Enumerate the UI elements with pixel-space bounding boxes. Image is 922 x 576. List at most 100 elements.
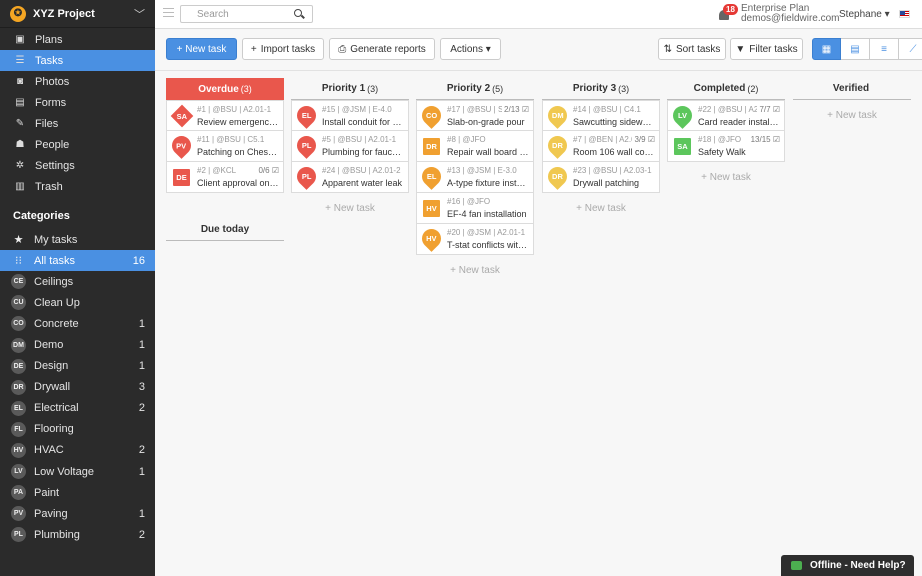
main-nav: ▣ Plans ☰ Tasks ◙ Photos ▤ Forms ✎ Files ☗ People ✲ S… [0, 29, 155, 197]
task-card[interactable]: HV #20 | @JSM | A2.01-1 T-stat conflicts… [416, 224, 534, 255]
nav-item-tasks[interactable]: ☰ Tasks [0, 50, 155, 71]
nav-item-trash[interactable]: ▥ Trash [0, 176, 155, 197]
column-overdue: Overdue (3) SA #1 | @BSU | A2.01-1 Review… [166, 78, 284, 193]
nav-item-plans[interactable]: ▣ Plans [0, 29, 155, 50]
menu-icon[interactable] [163, 8, 174, 17]
new-task-button[interactable]: + New task [166, 38, 237, 60]
nav-item-forms[interactable]: ▤ Forms [0, 92, 155, 113]
user-menu[interactable]: Stephane ▾ [839, 9, 890, 20]
category-all-tasks[interactable]: ⁝⁝ All tasks 16 [0, 250, 155, 272]
category-flooring[interactable]: FL Flooring [0, 419, 155, 440]
category-marker-label: CO [425, 111, 438, 120]
category-label: Demo [34, 339, 64, 352]
checklist-progress: 13/15 ☑ [748, 135, 780, 144]
category-label: Drywall [34, 381, 71, 394]
task-card[interactable]: PL #24 | @BSU | A2.01-2 Apparent water l… [291, 162, 409, 193]
task-title: Apparent water leak [322, 178, 403, 188]
column-title: Verified [832, 83, 870, 94]
category-badge: CU [11, 295, 26, 311]
board-view-icon[interactable]: ▦ [812, 38, 841, 60]
add-task-link[interactable]: + New task [416, 265, 534, 276]
project-selector[interactable]: ✪ XYZ Project ﹀ [0, 0, 155, 28]
us-flag-icon[interactable] [899, 10, 910, 18]
sort-tasks-button[interactable]: ⇅ Sort tasks [658, 38, 726, 60]
column-header: Overdue (3) [166, 78, 284, 100]
category-marker-icon: SA [170, 104, 194, 128]
category-count: 2 [138, 444, 145, 457]
category-plumbing[interactable]: PL Plumbing 2 [0, 524, 155, 545]
task-card[interactable]: DE #2 | @KCL 0/6 ☑ Client approval on co… [166, 162, 284, 193]
chat-widget[interactable]: Offline - Need Help? [781, 555, 914, 576]
category-label: Clean Up [34, 296, 80, 309]
category-count: 2 [138, 402, 145, 415]
gantt-view-icon[interactable]: ≡ [870, 38, 899, 60]
generate-reports-button[interactable]: ⎙ Generate reports [329, 38, 435, 60]
forms-icon: ▤ [15, 97, 25, 108]
task-meta: #15 | @JSM | E-4.0 [322, 105, 392, 114]
task-card[interactable]: DM #14 | @BSU | C4.1 Sawcutting sidewalk… [542, 100, 660, 131]
column-priority-1: Priority 1 (3) EL #15 | @JSM | E-4.0 Inst… [291, 78, 409, 214]
add-task-link[interactable]: + New task [667, 172, 785, 183]
nav-item-files[interactable]: ✎ Files [0, 113, 155, 134]
calendar-view-icon[interactable]: ▤ [841, 38, 870, 60]
task-meta: #16 | @JFO [447, 197, 491, 206]
filter-tasks-button[interactable]: ▼ Filter tasks [730, 38, 803, 60]
search-icon[interactable] [294, 9, 302, 17]
category-paving[interactable]: PV Paving 1 [0, 503, 155, 524]
task-title: Room 106 wall completion [573, 147, 655, 157]
category-count: 16 [132, 254, 145, 267]
category-label: Plumbing [34, 528, 80, 541]
search-input[interactable] [180, 5, 313, 23]
plans-icon: ▣ [15, 34, 25, 45]
nav-item-people[interactable]: ☗ People [0, 134, 155, 155]
import-tasks-label: Import tasks [260, 43, 316, 55]
task-meta: #14 | @BSU | C4.1 [573, 105, 641, 114]
task-card[interactable]: SA #18 | @JFO 13/15 ☑ Safety Walk [667, 131, 785, 162]
category-demo[interactable]: DM Demo 1 [0, 334, 155, 355]
column-header: Verified [793, 78, 911, 100]
task-card[interactable]: DR #7 | @BEN | A2.01-1 3/9 ☑ Room 106 wa… [542, 131, 660, 162]
category-electrical[interactable]: EL Electrical 2 [0, 398, 155, 419]
category-marker-icon: DR [544, 132, 571, 159]
category-hvac[interactable]: HV HVAC 2 [0, 440, 155, 461]
category-marker-icon: CO [418, 102, 445, 129]
nav-item-label: Plans [35, 33, 63, 46]
category-ceilings[interactable]: CE Ceilings [0, 271, 155, 292]
task-card[interactable]: LV #22 | @BSU | A2.01-1 7/7 ☑ Card reade… [667, 100, 785, 131]
category-label: Electrical [34, 402, 79, 415]
task-card[interactable]: DR #8 | @JFO Repair wall board on level … [416, 131, 534, 162]
add-task-link[interactable]: + New task [291, 203, 409, 214]
task-card[interactable]: HV #16 | @JFO EF-4 fan installation [416, 193, 534, 224]
category-concrete[interactable]: CO Concrete 1 [0, 313, 155, 334]
category-badge: DR [11, 379, 26, 395]
category-paint[interactable]: PA Paint [0, 482, 155, 503]
task-card[interactable]: SA #1 | @BSU | A2.01-1 Review emergency … [166, 100, 284, 131]
column-title: Priority 1 [321, 83, 366, 94]
category-my-tasks[interactable]: ★ My tasks [0, 229, 155, 250]
column-count: (2) [747, 83, 759, 94]
task-card[interactable]: PV #11 | @BSU | C5.1 Patching on Chestnu… [166, 131, 284, 162]
chart-view-icon[interactable]: ⟋ [899, 38, 922, 60]
nav-item-photos[interactable]: ◙ Photos [0, 71, 155, 92]
category-marker-icon: SA [674, 138, 691, 155]
category-marker-label: PL [301, 172, 312, 181]
category-design[interactable]: DE Design 1 [0, 356, 155, 377]
task-card[interactable]: EL #15 | @JSM | E-4.0 Install conduit fo… [291, 100, 409, 131]
category-low-voltage[interactable]: LV Low Voltage 1 [0, 461, 155, 482]
category-drywall[interactable]: DR Drywall 3 [0, 377, 155, 398]
nav-item-settings[interactable]: ✲ Settings [0, 155, 155, 176]
task-card[interactable]: EL #13 | @JSM | E-3.0 A-type fixture ins… [416, 162, 534, 193]
task-title: Repair wall board on level 2 [447, 147, 529, 157]
category-clean-up[interactable]: CU Clean Up [0, 292, 155, 313]
add-task-link[interactable]: + New task [793, 110, 911, 121]
actions-button[interactable]: Actions ▾ [440, 38, 501, 60]
category-marker-label: DR [552, 172, 563, 181]
task-card[interactable]: PL #5 | @BSU | A2.01-1 Plumbing for fauc… [291, 131, 409, 162]
add-task-link[interactable]: + New task [542, 203, 660, 214]
category-label: Concrete [34, 317, 79, 330]
task-card[interactable]: CO #17 | @BSU | S2.1 2/13 ☑ Slab-on-grad… [416, 100, 534, 131]
nav-item-label: Settings [35, 159, 75, 172]
task-meta: #24 | @BSU | A2.01-2 [322, 166, 401, 175]
task-card[interactable]: DR #23 | @BSU | A2.03-1 Drywall patching [542, 162, 660, 193]
import-tasks-button[interactable]: + Import tasks [242, 38, 324, 60]
